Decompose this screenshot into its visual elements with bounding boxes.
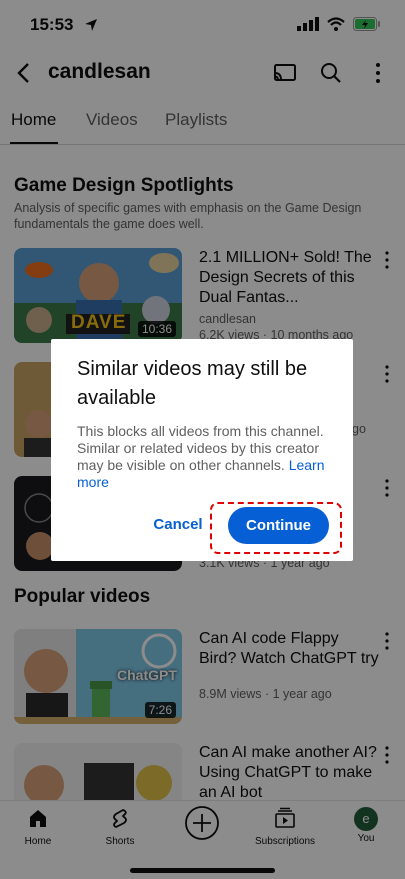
dialog-title: Similar videos may still be available — [77, 358, 308, 409]
dialog-body-text: This blocks all videos from this channel… — [77, 423, 324, 473]
highlight-annotation — [210, 502, 342, 554]
cancel-button[interactable]: Cancel — [143, 511, 213, 539]
dialog-body: This blocks all videos from this channel… — [77, 423, 339, 491]
